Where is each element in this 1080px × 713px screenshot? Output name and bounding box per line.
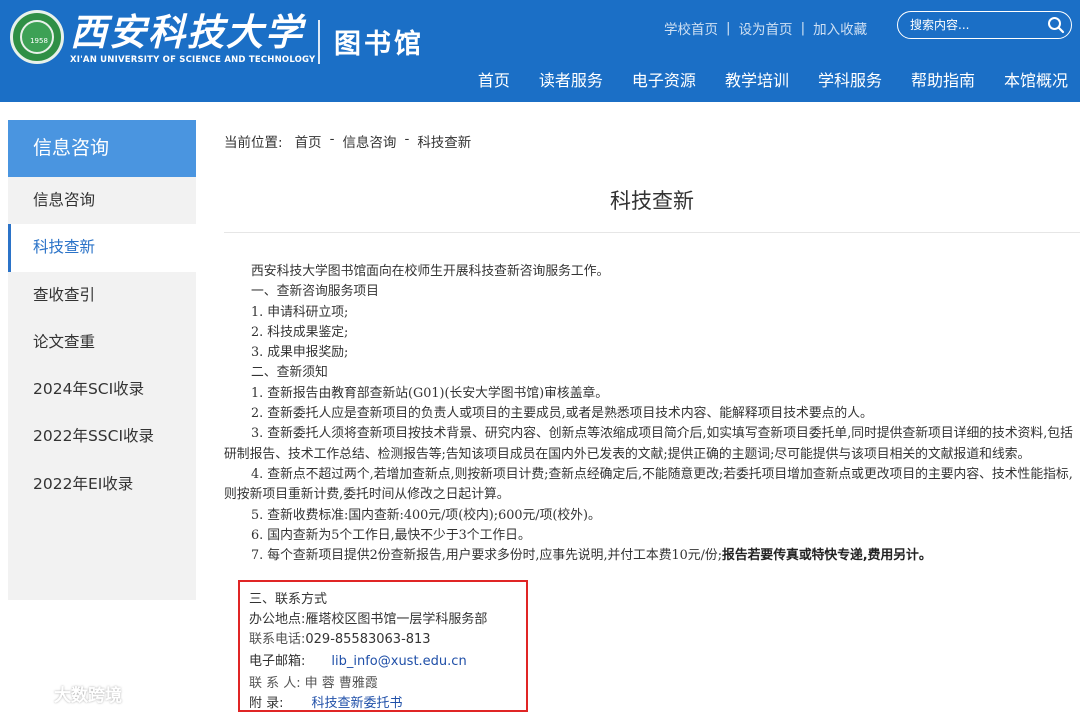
list-item: 7. 每个查新项目提供2份查新报告,用户要求多份时,应事先说明,并付工本费10元…: [224, 546, 1080, 566]
contact-heading: 三、联系方式: [249, 592, 328, 607]
office-value: 雁塔校区图书馆一层学科服务部: [305, 612, 488, 627]
breadcrumb-home[interactable]: 首页: [295, 131, 322, 151]
header-divider: [318, 20, 320, 64]
svg-text:1958: 1958: [30, 37, 48, 45]
phone-row: 联系电话:029-85583063-813: [249, 628, 431, 647]
link-set-homepage[interactable]: 设为首页: [739, 18, 793, 38]
sidebar-item-info-consulting[interactable]: 信息咨询: [8, 177, 196, 224]
breadcrumb: 当前位置: 首页 - 信息咨询 - 科技查新: [224, 131, 471, 151]
section-heading: 二、查新须知: [251, 365, 328, 381]
list-item: 1. 查新报告由教育部查新站(G01)(长安大学图书馆)审核盖章。: [251, 385, 609, 401]
list-item: 2. 科技成果鉴定;: [251, 324, 349, 340]
title-divider: [224, 232, 1080, 233]
breadcrumb-info-consulting[interactable]: 信息咨询: [342, 131, 396, 151]
search-box: [897, 11, 1072, 39]
office-row: 办公地点:雁塔校区图书馆一层学科服务部: [249, 608, 487, 627]
breadcrumb-prefix: 当前位置:: [224, 135, 283, 151]
list-item: 4. 查新点不超过两个,若增加查新点,则按新项目计费;查新点经确定后,不能随意更…: [224, 466, 1073, 503]
link-school-home[interactable]: 学校首页: [664, 18, 718, 38]
list-item: 6. 国内查新为5个工作日,最快不少于3个工作日。: [251, 527, 531, 543]
fee-note: 7. 每个查新项目提供2份查新报告,用户要求多份时,应事先说明,并付工本费10元…: [251, 548, 723, 564]
list-item: 3. 查新委托人须将查新项目按技术背景、研究内容、创新点等浓缩成项目简介后,如实…: [224, 426, 1073, 462]
phone-label: 联系电话:: [249, 632, 306, 647]
phone-value: 029-85583063-813: [305, 632, 431, 647]
sidebar-item-citation-search[interactable]: 查收查引: [8, 272, 196, 319]
article-intro: 西安科技大学图书馆面向在校师生开展科技查新咨询服务工作。: [251, 264, 610, 279]
nav-e-resources[interactable]: 电子资源: [632, 67, 696, 91]
breadcrumb-current: 科技查新: [417, 135, 472, 151]
sidebar-item-sci-2024[interactable]: 2024年SCI收录: [8, 366, 196, 413]
search-input[interactable]: [910, 16, 1040, 34]
nav-teaching-training[interactable]: 教学培训: [725, 67, 789, 91]
breadcrumb-separator: -: [329, 131, 335, 147]
page-title: 科技查新: [610, 189, 694, 213]
article-body: 西安科技大学图书馆面向在校师生开展科技查新咨询服务工作。 一、查新咨询服务项目 …: [224, 262, 1080, 566]
site-header: 1958 西安科技大学 XI'AN UNIVERSITY OF SCIENCE …: [0, 0, 1080, 102]
nav-subject-services[interactable]: 学科服务: [818, 67, 882, 91]
nav-help-guide[interactable]: 帮助指南: [911, 67, 975, 91]
main-nav: 首页 读者服务 电子资源 教学培训 学科服务 帮助指南 本馆概况: [449, 67, 1068, 91]
sidebar-item-ssci-2022[interactable]: 2022年SSCI收录: [8, 413, 196, 460]
library-name: 图书馆: [334, 29, 424, 60]
search-icon[interactable]: [1047, 16, 1065, 34]
university-seal-logo[interactable]: 1958: [10, 10, 64, 64]
person-value: 申 蓉 曹雅霞: [304, 676, 378, 691]
seal-emblem: 1958: [20, 20, 54, 54]
person-label: 联 系 人:: [249, 676, 301, 691]
attachment-row: 附 录: 科技查新委托书: [249, 692, 403, 711]
attachment-label: 附 录:: [249, 696, 284, 711]
watermark-text: 大数跨境: [54, 686, 122, 706]
sidebar-item-ei-2022[interactable]: 2022年EI收录: [8, 461, 196, 508]
link-add-favorite[interactable]: 加入收藏: [813, 18, 867, 38]
email-link[interactable]: lib_info@xust.edu.cn: [331, 654, 466, 669]
sidebar: 信息咨询 信息咨询 科技查新 查收查引 论文查重 2024年SCI收录 2022…: [8, 120, 196, 600]
top-links: 学校首页 | 设为首页 | 加入收藏: [664, 18, 867, 38]
nav-about-library[interactable]: 本馆概况: [1004, 67, 1068, 91]
top-link-separator: |: [726, 20, 731, 36]
nav-reader-services[interactable]: 读者服务: [539, 67, 603, 91]
list-item: 2. 查新委托人应是查新项目的负责人或项目的主要成员,或者是熟悉项目技术内容、能…: [251, 406, 873, 422]
email-row: 电子邮箱: lib_info@xust.edu.cn: [249, 650, 467, 669]
list-item: 3. 成果申报奖励;: [251, 345, 349, 361]
office-label: 办公地点:: [249, 612, 306, 627]
attachment-link[interactable]: 科技查新委托书: [312, 696, 403, 711]
fee-note-extra: 报告若要传真或特快专递,费用另计。: [722, 548, 932, 564]
person-row: 联 系 人: 申 蓉 曹雅霞: [249, 672, 378, 691]
watermark-logo-icon: [9, 687, 47, 702]
email-label: 电子邮箱:: [249, 654, 306, 669]
university-name: 西安科技大学: [70, 10, 304, 54]
section-heading: 一、查新咨询服务项目: [251, 284, 379, 300]
sidebar-item-plagiarism-check[interactable]: 论文查重: [8, 319, 196, 366]
university-name-en: XI'AN UNIVERSITY OF SCIENCE AND TECHNOLO…: [70, 55, 316, 65]
watermark: 大数跨境: [8, 681, 122, 706]
nav-home[interactable]: 首页: [478, 67, 510, 91]
list-item: 1. 申请科研立项;: [251, 304, 349, 320]
breadcrumb-separator: -: [404, 131, 410, 147]
top-link-separator: |: [800, 20, 806, 36]
list-item: 5. 查新收费标准:国内查新:400元/项(校内);600元/项(校外)。: [251, 507, 601, 523]
sidebar-title: 信息咨询: [8, 120, 196, 177]
sidebar-item-novelty-search[interactable]: 科技查新: [8, 224, 196, 272]
